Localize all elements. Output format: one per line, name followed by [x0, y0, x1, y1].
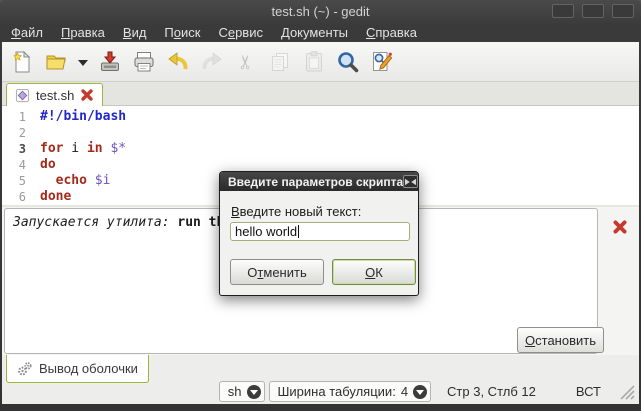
- menu-view[interactable]: Вид: [114, 24, 156, 41]
- line-number-current: 3: [2, 141, 26, 157]
- text-caret: [298, 225, 299, 238]
- menu-help[interactable]: Справка: [357, 24, 426, 41]
- document-tab-strip: test.sh: [2, 82, 639, 106]
- title-bar: test.sh (~) - gedit: [0, 0, 641, 22]
- close-button[interactable]: [612, 4, 634, 18]
- stop-button[interactable]: Остановить: [517, 327, 604, 353]
- cut-button[interactable]: ✂: [231, 47, 261, 77]
- keyword-token: echo: [56, 173, 87, 188]
- shebang-token: #!/bin/bash: [40, 109, 126, 124]
- output-status-text: Запускается утилита:: [13, 215, 177, 230]
- tab-label: test.sh: [36, 88, 74, 103]
- text-input-value: hello world: [235, 224, 297, 239]
- code-line: 3 for i in $*: [2, 141, 639, 157]
- tab-width-dropdown[interactable]: Ширина табуляции: 4: [269, 381, 432, 402]
- open-dropdown-icon: [77, 56, 89, 68]
- keyword-token: do: [40, 157, 56, 172]
- keyword-token: in: [87, 141, 103, 156]
- tab-test-sh[interactable]: test.sh: [6, 83, 103, 106]
- maximize-button[interactable]: [582, 4, 604, 18]
- print-icon: [132, 50, 156, 74]
- insert-mode-indicator: ВСТ: [576, 384, 601, 399]
- new-document-button[interactable]: [7, 47, 37, 77]
- minimize-button[interactable]: [552, 4, 574, 18]
- dialog-close-icon: [404, 178, 417, 186]
- language-value: sh: [228, 384, 242, 399]
- paste-button[interactable]: [299, 47, 329, 77]
- cut-icon: ✂: [235, 54, 257, 70]
- window-title: test.sh (~) - gedit: [272, 4, 370, 19]
- keyword-token: done: [40, 189, 71, 204]
- tab-width-value: 4: [401, 384, 408, 399]
- line-number: 6: [2, 189, 26, 205]
- gears-icon: [17, 361, 33, 377]
- keyword-token: for: [40, 141, 63, 156]
- redo-button[interactable]: [197, 47, 227, 77]
- chevron-down-icon: [250, 389, 258, 395]
- cursor-position: Стр 3, Стлб 12: [447, 384, 536, 399]
- dialog-close-button[interactable]: [403, 175, 418, 188]
- redo-icon: [200, 50, 224, 74]
- script-parameters-dialog: Введите параметров скрипта Введите новый…: [219, 171, 419, 296]
- code-line: 2: [2, 125, 639, 141]
- find-button[interactable]: [333, 47, 363, 77]
- menu-documents[interactable]: Документы: [272, 24, 357, 41]
- tab-width-label: Ширина табуляции:: [278, 384, 396, 399]
- copy-button[interactable]: [265, 47, 295, 77]
- text-input[interactable]: hello world: [230, 222, 410, 241]
- ok-button[interactable]: ОК: [332, 259, 416, 285]
- copy-icon: [268, 50, 292, 74]
- window-controls: [552, 4, 634, 18]
- menu-file[interactable]: Файл: [2, 24, 52, 41]
- resize-grip-icon: [619, 384, 635, 400]
- shell-script-icon: [15, 88, 30, 103]
- find-icon: [336, 50, 360, 74]
- replace-icon: [370, 50, 394, 74]
- open-folder-icon: [44, 50, 68, 74]
- save-button[interactable]: [95, 47, 125, 77]
- line-number: 2: [2, 125, 26, 141]
- dialog-input-label: Введите новый текст:: [231, 204, 361, 219]
- print-button[interactable]: [129, 47, 159, 77]
- line-number: 5: [2, 173, 26, 189]
- line-number: 1: [2, 109, 26, 125]
- gedit-window: test.sh (~) - gedit Файл Правка Вид Поис…: [0, 0, 641, 411]
- new-document-icon: [10, 50, 34, 74]
- open-dropdown-button[interactable]: [75, 47, 91, 77]
- language-dropdown[interactable]: sh: [219, 381, 265, 402]
- paste-icon: [302, 50, 326, 74]
- dialog-title: Введите параметров скрипта: [228, 175, 403, 189]
- menu-search[interactable]: Поиск: [155, 24, 209, 41]
- chevron-down-icon: [416, 389, 424, 395]
- resize-grip[interactable]: [619, 384, 635, 400]
- cancel-button[interactable]: Отменить: [230, 259, 324, 285]
- status-bar: sh Ширина табуляции: 4 Стр 3, Стлб 12 ВС…: [2, 379, 639, 404]
- code-line: 1 #!/bin/bash: [2, 109, 639, 125]
- shell-output-tab-label: Вывод оболочки: [39, 361, 138, 376]
- save-icon: [98, 50, 122, 74]
- variable-token: $*: [110, 141, 126, 156]
- undo-icon: [166, 50, 190, 74]
- variable-token: $i: [95, 173, 111, 188]
- undo-button[interactable]: [163, 47, 193, 77]
- replace-button[interactable]: [367, 47, 397, 77]
- dialog-title-bar[interactable]: Введите параметров скрипта: [220, 172, 418, 191]
- open-button[interactable]: [41, 47, 71, 77]
- toolbar: ✂: [2, 42, 639, 82]
- menu-edit[interactable]: Правка: [52, 24, 114, 41]
- menu-bar: Файл Правка Вид Поиск Сервис Документы С…: [0, 22, 641, 42]
- menu-tools[interactable]: Сервис: [209, 24, 272, 41]
- close-panel-button[interactable]: [610, 217, 630, 237]
- tab-close-icon[interactable]: [80, 88, 94, 102]
- line-number: 4: [2, 157, 26, 173]
- close-panel-icon: [612, 219, 628, 235]
